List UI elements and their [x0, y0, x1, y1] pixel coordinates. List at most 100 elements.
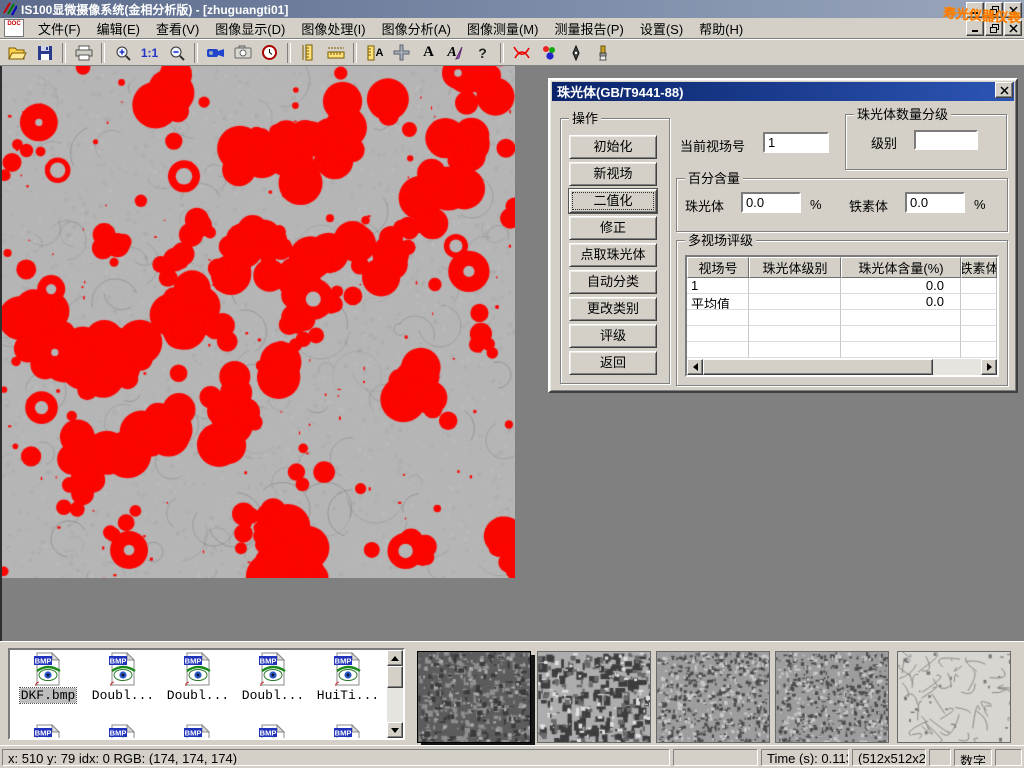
- pick-pearlite-button[interactable]: 点取珠光体: [569, 243, 657, 267]
- move-button[interactable]: [388, 41, 415, 65]
- thumbnail-5[interactable]: [897, 651, 1011, 743]
- menu-help[interactable]: 帮助(H): [691, 17, 751, 40]
- file-browser-scrollbar[interactable]: [387, 650, 403, 738]
- minimize-button[interactable]: [966, 2, 984, 18]
- file-name[interactable]: Doubl...: [91, 688, 155, 703]
- change-class-button[interactable]: 更改类别: [569, 297, 657, 321]
- file-item[interactable]: [237, 724, 309, 740]
- scroll-right-button[interactable]: [981, 359, 997, 375]
- save-button[interactable]: [31, 41, 58, 65]
- dialog-title-bar[interactable]: 珠光体(GB/T9441-88): [552, 82, 1014, 101]
- camera-capture-button[interactable]: [229, 41, 256, 65]
- mdi-restore-button[interactable]: [985, 20, 1003, 36]
- app-icon: [3, 2, 17, 16]
- ferrite-label: 铁素体: [849, 196, 888, 215]
- measure-annotation-button[interactable]: A: [361, 41, 388, 65]
- level-input[interactable]: [914, 130, 978, 150]
- brush-tool-button[interactable]: [589, 41, 616, 65]
- thumbnail-2[interactable]: [537, 651, 651, 743]
- menu-edit[interactable]: 编辑(E): [89, 17, 148, 40]
- thumbnail-4[interactable]: [775, 651, 889, 743]
- menu-image-display[interactable]: 图像显示(D): [207, 17, 293, 40]
- col-header-level[interactable]: 珠光体级别: [749, 257, 841, 278]
- zoom-out-button[interactable]: [163, 41, 190, 65]
- menu-measure-report[interactable]: 测量报告(P): [546, 17, 631, 40]
- open-button[interactable]: [4, 41, 31, 65]
- menu-file[interactable]: 文件(F): [30, 17, 89, 40]
- zoom-1to1-button[interactable]: 1:1: [136, 41, 163, 65]
- binarize-button[interactable]: 二值化: [569, 189, 657, 213]
- resolution-panel: (512x512x24): [852, 749, 926, 766]
- col-header-pearlite[interactable]: 珠光体含量(%): [841, 257, 961, 278]
- menu-image-measure[interactable]: 图像测量(M): [459, 17, 547, 40]
- file-name[interactable]: Doubl...: [166, 688, 230, 703]
- file-item[interactable]: [87, 724, 159, 740]
- metallographic-image[interactable]: [2, 66, 515, 578]
- bmp-file-icon: [108, 652, 138, 686]
- rate-button[interactable]: 评级: [569, 324, 657, 348]
- file-item[interactable]: DKF.bmp: [12, 652, 84, 704]
- text-tool-button[interactable]: A: [415, 41, 442, 65]
- dialog-close-button[interactable]: [995, 82, 1013, 98]
- zoom-in-button[interactable]: [109, 41, 136, 65]
- close-button[interactable]: [1004, 2, 1022, 18]
- pearlite-percent-input[interactable]: [741, 192, 801, 213]
- menu-bar: DOC 文件(F) 编辑(E) 查看(V) 图像显示(D) 图像处理(I) 图像…: [0, 18, 1024, 39]
- file-name[interactable]: Doubl...: [241, 688, 305, 703]
- grading-group-label: 珠光体数量分级: [854, 107, 951, 122]
- menu-settings[interactable]: 设置(S): [632, 17, 691, 40]
- file-name[interactable]: HuiTi...: [316, 688, 380, 703]
- help-button[interactable]: ?: [469, 41, 496, 65]
- file-item[interactable]: HuiTi...: [312, 652, 384, 704]
- thumbnail-3[interactable]: [656, 651, 770, 743]
- empty-panel: [929, 749, 951, 766]
- file-item[interactable]: Doubl...: [237, 652, 309, 704]
- file-item[interactable]: [312, 724, 384, 740]
- menu-image-analysis[interactable]: 图像分析(A): [374, 17, 459, 40]
- table-row[interactable]: 平均值 0.0: [687, 294, 997, 310]
- save-icon: [37, 45, 53, 61]
- scroll-up-button[interactable]: [387, 650, 403, 666]
- toolbar-separator: [62, 43, 66, 63]
- calibration-button[interactable]: [508, 41, 535, 65]
- dialog-title: 珠光体(GB/T9441-88): [557, 82, 683, 101]
- scroll-left-button[interactable]: [687, 359, 703, 375]
- menu-view[interactable]: 查看(V): [148, 17, 207, 40]
- horizontal-measure-button[interactable]: [322, 41, 349, 65]
- current-field-label: 当前视场号: [680, 136, 745, 155]
- mdi-minimize-button[interactable]: [966, 20, 984, 36]
- scroll-thumb[interactable]: [387, 666, 403, 688]
- auto-classify-button[interactable]: 自动分类: [569, 270, 657, 294]
- file-item[interactable]: [12, 724, 84, 740]
- annotate-tool-button[interactable]: A: [442, 41, 469, 65]
- new-field-button[interactable]: 新视场: [569, 162, 657, 186]
- table-h-scrollbar[interactable]: [687, 359, 997, 375]
- vertical-measure-button[interactable]: [295, 41, 322, 65]
- current-field-input[interactable]: [763, 132, 829, 153]
- menu-image-processing[interactable]: 图像处理(I): [293, 17, 373, 40]
- measure-text-icon: [366, 45, 376, 61]
- restore-button[interactable]: [985, 2, 1003, 18]
- classify-button[interactable]: [535, 41, 562, 65]
- video-capture-button[interactable]: [202, 41, 229, 65]
- bmp-file-icon: [333, 652, 363, 686]
- timer-button[interactable]: [256, 41, 283, 65]
- correct-button[interactable]: 修正: [569, 216, 657, 240]
- file-item[interactable]: Doubl...: [87, 652, 159, 704]
- thumbnail-1[interactable]: [417, 651, 531, 743]
- col-header-field[interactable]: 视场号: [687, 257, 749, 278]
- print-button[interactable]: [70, 41, 97, 65]
- scroll-down-button[interactable]: [387, 722, 403, 738]
- table-row[interactable]: 1 0.0: [687, 278, 997, 294]
- ferrite-percent-input[interactable]: [905, 192, 965, 213]
- col-header-ferrite[interactable]: 铁素体: [961, 257, 997, 278]
- mdi-close-button[interactable]: [1004, 20, 1022, 36]
- pen-tool-button[interactable]: [562, 41, 589, 65]
- scroll-thumb[interactable]: [703, 359, 933, 375]
- window-title: IS100显微摄像系统(金相分析版) - [zhuguangti01]: [21, 1, 288, 18]
- file-item[interactable]: Doubl...: [162, 652, 234, 704]
- initialize-button[interactable]: 初始化: [569, 135, 657, 159]
- return-button[interactable]: 返回: [569, 351, 657, 375]
- file-name[interactable]: DKF.bmp: [20, 688, 77, 703]
- file-item[interactable]: [162, 724, 234, 740]
